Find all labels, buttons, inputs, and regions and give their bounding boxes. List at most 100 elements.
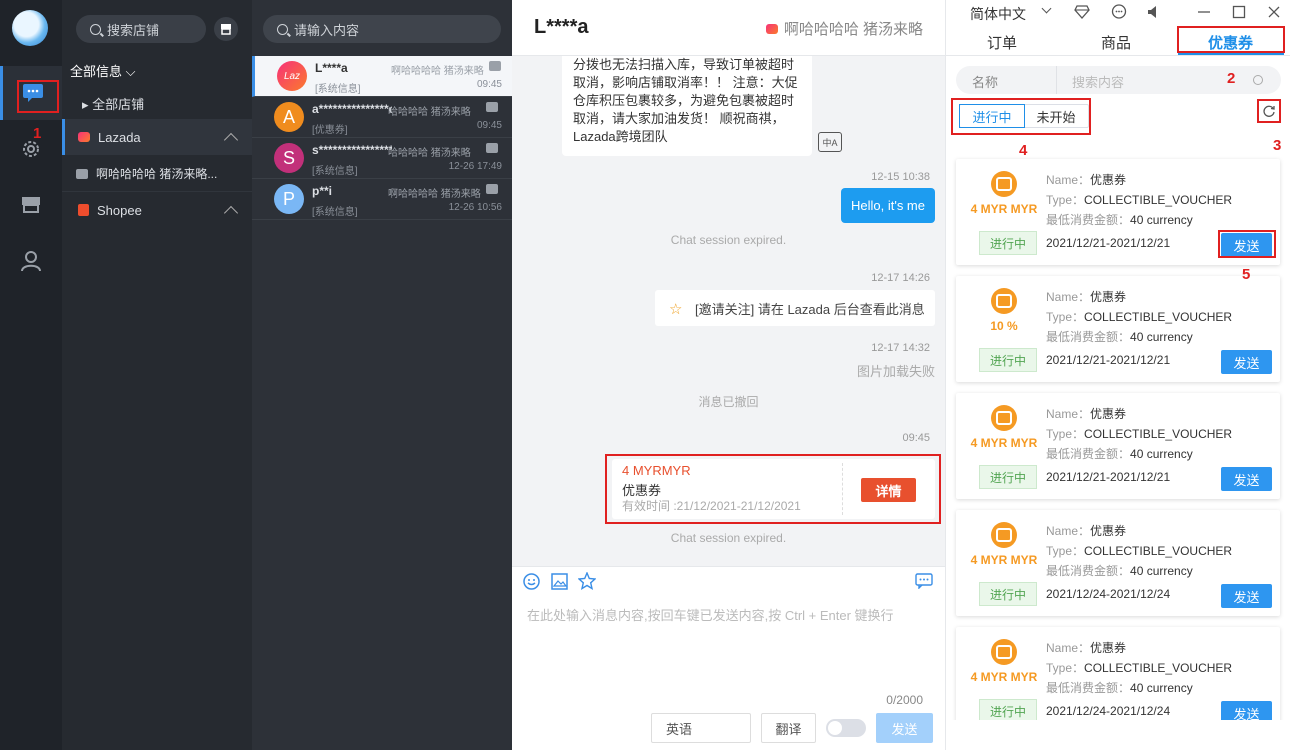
coupon-date-range: 2021/12/21-2021/12/21 [1046,236,1171,250]
avatar: Laz [277,61,307,91]
chevron-up-icon [223,205,239,221]
feedback-icon[interactable] [1111,4,1127,20]
conversation-item[interactable]: Pp**i 啊哈哈哈哈 猪汤来略 [系统信息] 12-26 10:56 [252,179,512,220]
coupon-name: Name：优惠券 [1046,524,1127,538]
coupon-name: Name：优惠券 [1046,641,1127,655]
coupon-name: Name：优惠券 [1046,290,1127,304]
conversation-item[interactable]: Aa***************o 哈哈哈哈 猪汤来略 [优惠券] 09:45 [252,97,512,138]
timestamp: 12-17 14:26 [871,272,930,284]
annotation-box-tab [1177,26,1285,53]
language-select[interactable]: 简体中文 [970,4,1026,24]
avatar: P [274,184,304,214]
timestamp: 12-15 10:38 [871,171,930,183]
store-icon [489,61,501,71]
conversation-search[interactable]: 请输入内容 [263,15,501,43]
coupon-card: 4 MYR MYR 进行中 Name：优惠券 Type：COLLECTIBLE_VOU… [956,510,1280,616]
coupon-icon [991,639,1017,665]
conversation-shop: 啊哈哈哈哈 猪汤来略 [388,189,481,200]
annotation-box-refresh [1257,99,1281,123]
star-icon: ☆ [669,301,683,318]
auto-translate-toggle[interactable] [826,719,866,737]
conversation-tag: [优惠券] [312,125,348,136]
conversation-name: p**i [312,184,333,198]
maximize-icon[interactable] [1231,4,1247,20]
annotation-label-2: 2 [1227,70,1236,87]
status-badge: 进行中 [979,348,1037,372]
lazada-logo [765,23,778,34]
coupon-date-range: 2021/12/24-2021/12/24 [1046,587,1171,601]
side-panel: 简体中文 订单 商品 优惠券 名称 搜索内容 2 进行中 未开始 4 3 4 M… [945,0,1290,750]
status-badge: 进行中 [979,231,1037,255]
coupon-card: 10 % 进行中 Name：优惠券 Type：COLLECTIBLE_VOUCHER 最… [956,276,1280,382]
conversation-tag: [系统信息] [312,166,358,177]
recalled-note: 消息已撤回 [698,395,759,409]
all-info-dropdown[interactable]: 全部信息 ⌵ [70,61,135,80]
coupon-amount: 4 MYR MYR [970,202,1038,216]
timestamp: 09:45 [902,432,930,444]
coupon-min-spend: 最低消费金额：40 currency [1046,213,1193,227]
nav-store[interactable] [0,178,62,232]
nav-account[interactable] [0,234,62,288]
store-icon [221,24,231,35]
image-failed-note: 图片加载失败 [856,364,935,379]
send-coupon-button[interactable]: 发送 [1221,350,1272,374]
send-coupon-button[interactable]: 发送 [1221,467,1272,491]
coupon-name: Name：优惠券 [1046,407,1127,421]
send-button[interactable]: 发送 [876,713,933,743]
translate-icon[interactable]: 中A [818,132,842,152]
chevron-down-icon[interactable] [1041,3,1052,14]
image-icon[interactable] [550,572,568,590]
send-coupon-button[interactable]: 发送 [1221,584,1272,608]
translate-button[interactable]: 翻译 [761,713,816,743]
search-icon[interactable] [1253,75,1263,85]
store-toggle-button[interactable] [214,17,238,41]
target-language-select[interactable]: 英语 [651,713,751,743]
conversation-item[interactable]: Laz L****a 啊哈哈哈哈 猪汤来略 [系统信息] 09:45 [252,56,512,97]
diamond-icon[interactable] [1074,4,1090,20]
star-icon[interactable] [578,572,596,590]
store-search[interactable]: 搜索店铺 [76,15,206,43]
char-counter: 0/2000 [886,693,923,707]
search-icon [277,23,288,35]
filter-field-select[interactable]: 名称 [972,72,998,91]
window-topbar: 简体中文 [946,0,1290,24]
message-list[interactable]: 分拨也无法扫描入库，导致订单被超时取消，影响店铺取消率！！ 注意：大促仓库积压包… [512,56,945,566]
conversation-shop: 哈哈哈哈 猪汤来略 [388,148,471,159]
chat-title: L****a [534,16,589,38]
annotation-label-1: 1 [33,125,42,142]
nav-settings[interactable] [0,122,62,176]
conversation-time: 12-26 10:56 [448,202,502,213]
avatar: A [274,102,304,132]
send-coupon-button[interactable]: 发送 [1221,701,1272,720]
all-stores-item[interactable]: ▸ 全部店铺 [82,94,144,113]
coupon-search-input[interactable]: 搜索内容 [1072,72,1124,91]
store-icon [22,197,40,213]
quick-reply-icon[interactable] [915,572,933,590]
chevron-up-icon [223,132,239,148]
store-group-shopee[interactable]: Shopee [62,192,252,228]
conversation-item[interactable]: Ss*****************i哈哈哈哈 猪汤来略 [系统信息] 12-26… [252,138,512,179]
tab-products[interactable]: 商品 [1101,32,1131,53]
store-item-lazada[interactable]: 啊哈哈哈哈 猪汤来略... [76,165,246,182]
store-icon [486,143,498,153]
store-icon [486,184,498,194]
coupon-type: Type：COLLECTIBLE_VOUCHER [1046,427,1233,441]
compose-toolbar [522,572,596,590]
avatar: S [274,143,304,173]
coupon-amount: 4 MYR MYR [970,436,1038,450]
annotation-label-5: 5 [1242,266,1251,283]
coupon-icon [991,522,1017,548]
conversation-time: 09:45 [476,79,502,90]
conversation-name: s*****************i [312,143,392,157]
compose-area: 在此处输入消息内容,按回车键已发送内容,按 Ctrl + Enter 键换行 0… [512,566,945,750]
conversation-shop: 啊哈哈哈哈 猪汤来略 [391,66,484,77]
store-group-lazada[interactable]: Lazada [62,119,252,155]
tab-orders[interactable]: 订单 [987,32,1017,53]
minimize-icon[interactable] [1196,4,1212,20]
annotation-box-send [1218,230,1276,258]
emoji-icon[interactable] [522,572,540,590]
conversation-time: 12-26 17:49 [448,161,502,172]
close-icon[interactable] [1266,4,1282,20]
speaker-icon[interactable] [1145,4,1161,20]
message-input[interactable]: 在此处输入消息内容,按回车键已发送内容,按 Ctrl + Enter 键换行 [527,605,937,624]
